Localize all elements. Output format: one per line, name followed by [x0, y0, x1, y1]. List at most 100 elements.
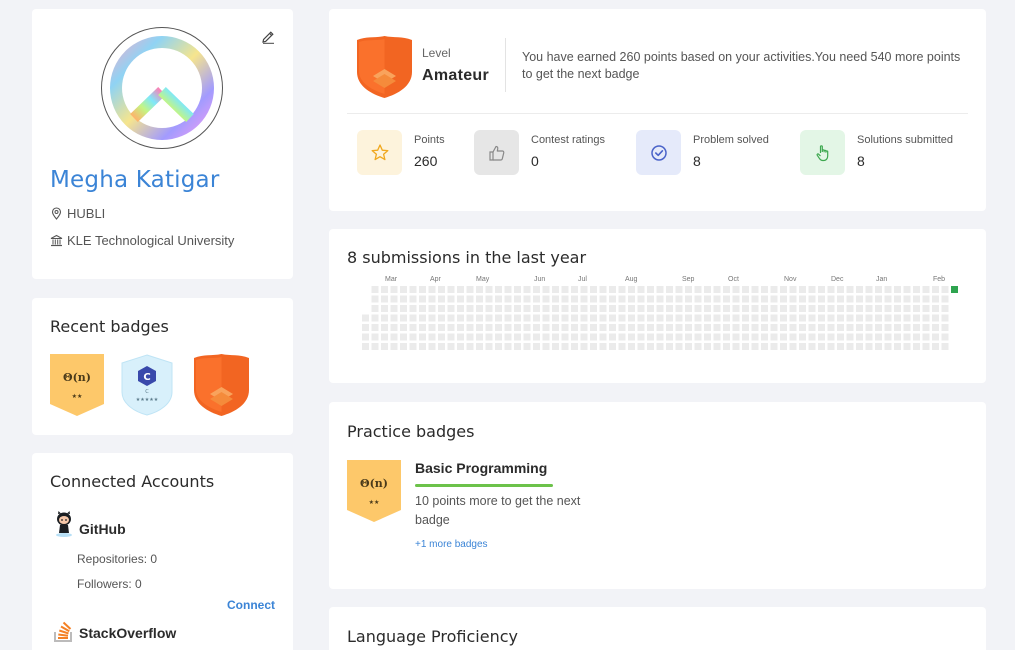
heatmap-cell[interactable]	[552, 295, 559, 303]
heatmap-cell[interactable]	[590, 286, 597, 293]
heatmap-cell[interactable]	[694, 305, 702, 312]
heatmap-cell[interactable]	[713, 295, 721, 303]
heatmap-cell[interactable]	[751, 324, 759, 331]
heatmap-cell[interactable]	[599, 314, 607, 322]
heatmap-cell[interactable]	[533, 333, 540, 341]
heatmap-cell[interactable]	[723, 286, 730, 293]
heatmap-cell[interactable]	[381, 324, 388, 331]
heatmap-cell[interactable]	[438, 333, 445, 341]
heatmap-cell[interactable]	[837, 333, 844, 341]
heatmap-cell[interactable]	[504, 333, 512, 341]
heatmap-cell[interactable]	[884, 314, 892, 322]
heatmap-cell[interactable]	[941, 295, 949, 303]
heatmap-cell[interactable]	[628, 343, 635, 350]
heatmap-cell[interactable]	[837, 295, 844, 303]
heatmap-cell[interactable]	[865, 295, 873, 303]
heatmap-cell[interactable]	[400, 324, 407, 331]
heatmap-cell[interactable]	[808, 343, 816, 350]
heatmap-cell[interactable]	[827, 343, 835, 350]
heatmap-cell[interactable]	[419, 314, 426, 322]
heatmap-cell[interactable]	[571, 343, 578, 350]
heatmap-cell[interactable]	[656, 343, 664, 350]
heatmap-cell[interactable]	[590, 305, 597, 312]
heatmap-cell[interactable]	[409, 305, 417, 312]
heatmap-cell[interactable]	[504, 343, 512, 350]
heatmap-cell[interactable]	[932, 305, 939, 312]
heatmap-cell[interactable]	[609, 314, 616, 322]
heatmap-cell[interactable]	[751, 305, 759, 312]
heatmap-cell[interactable]	[656, 295, 664, 303]
heatmap-cell[interactable]	[428, 305, 436, 312]
heatmap-cell[interactable]	[932, 286, 939, 293]
heatmap-cell[interactable]	[438, 305, 445, 312]
heatmap-cell[interactable]	[504, 314, 512, 322]
heatmap-cell[interactable]	[903, 314, 911, 322]
heatmap-cell[interactable]	[941, 314, 949, 322]
heatmap-cell[interactable]	[675, 333, 683, 341]
heatmap-cell[interactable]	[542, 295, 550, 303]
heatmap-cell[interactable]	[476, 333, 483, 341]
heatmap-cell[interactable]	[789, 286, 797, 293]
heatmap-cell[interactable]	[865, 333, 873, 341]
heatmap-cell[interactable]	[751, 286, 759, 293]
heatmap-cell[interactable]	[618, 324, 626, 331]
heatmap-cell[interactable]	[618, 305, 626, 312]
heatmap-cell[interactable]	[827, 333, 835, 341]
heatmap-cell[interactable]	[542, 305, 550, 312]
heatmap-cell[interactable]	[523, 305, 531, 312]
heatmap-cell[interactable]	[742, 314, 749, 322]
heatmap-cell[interactable]	[723, 343, 730, 350]
heatmap-cell[interactable]	[789, 295, 797, 303]
heatmap-cell[interactable]	[523, 286, 531, 293]
heatmap-cell[interactable]	[618, 295, 626, 303]
heatmap-cell[interactable]	[827, 286, 835, 293]
heatmap-cell[interactable]	[466, 333, 474, 341]
heatmap-cell[interactable]	[818, 343, 825, 350]
heatmap-cell[interactable]	[922, 305, 930, 312]
heatmap-cell[interactable]	[647, 333, 654, 341]
heatmap-cell[interactable]	[447, 324, 455, 331]
heatmap-cell[interactable]	[865, 324, 873, 331]
heatmap-cell[interactable]	[590, 324, 597, 331]
heatmap-cell[interactable]	[495, 343, 502, 350]
heatmap-cell[interactable]	[704, 324, 711, 331]
heatmap-cell[interactable]	[438, 324, 445, 331]
heatmap-cell[interactable]	[476, 343, 483, 350]
heatmap-cell[interactable]	[913, 305, 920, 312]
heatmap-cell[interactable]	[381, 314, 388, 322]
heatmap-cell[interactable]	[685, 333, 692, 341]
heatmap-cell[interactable]	[780, 286, 787, 293]
heatmap-cell[interactable]	[856, 324, 863, 331]
heatmap-cell[interactable]	[675, 324, 683, 331]
heatmap-cell[interactable]	[637, 343, 645, 350]
heatmap-cell[interactable]	[713, 333, 721, 341]
heatmap-cell[interactable]	[913, 343, 920, 350]
heatmap-cell[interactable]	[457, 314, 464, 322]
heatmap-cell[interactable]	[789, 324, 797, 331]
heatmap-cell[interactable]	[466, 324, 474, 331]
heatmap-cell[interactable]	[884, 333, 892, 341]
heatmap-cell[interactable]	[457, 324, 464, 331]
heatmap-cell[interactable]	[846, 305, 854, 312]
heatmap-cell[interactable]	[789, 305, 797, 312]
heatmap-cell[interactable]	[780, 324, 787, 331]
heatmap-cell[interactable]	[533, 314, 540, 322]
heatmap-cell[interactable]	[609, 305, 616, 312]
heatmap-cell[interactable]	[628, 333, 635, 341]
heatmap-cell[interactable]	[495, 295, 502, 303]
heatmap-cell[interactable]	[685, 343, 692, 350]
heatmap-cell[interactable]	[903, 295, 911, 303]
heatmap-cell[interactable]	[514, 343, 521, 350]
heatmap-cell[interactable]	[514, 286, 521, 293]
heatmap-cell[interactable]	[495, 305, 502, 312]
heatmap-cell[interactable]	[799, 286, 806, 293]
heatmap-cell[interactable]	[789, 314, 797, 322]
heatmap-cell[interactable]	[761, 343, 768, 350]
heatmap-cell[interactable]	[599, 333, 607, 341]
heatmap-cell[interactable]	[922, 295, 930, 303]
heatmap-cell[interactable]	[884, 305, 892, 312]
heatmap-cell[interactable]	[799, 305, 806, 312]
heatmap-cell[interactable]	[732, 333, 740, 341]
heatmap-cell[interactable]	[533, 286, 540, 293]
heatmap-cell[interactable]	[723, 314, 730, 322]
